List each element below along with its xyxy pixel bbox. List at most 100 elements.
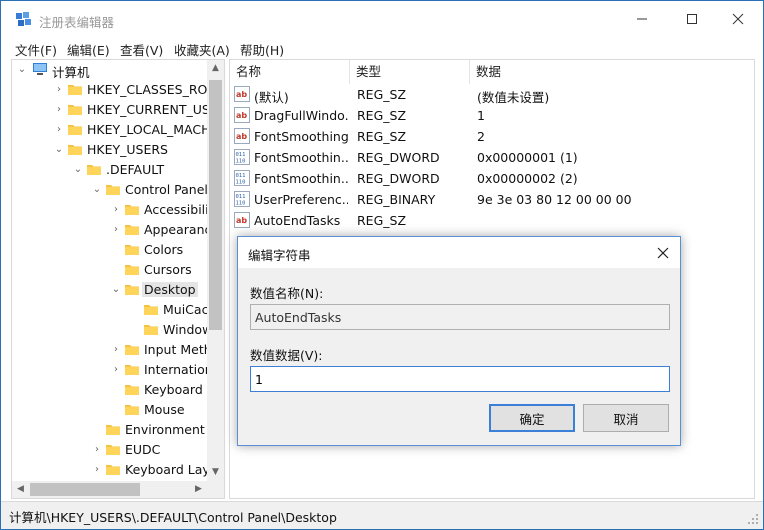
folder-icon xyxy=(125,245,139,255)
tree-node-label: EUDC xyxy=(125,442,161,457)
value-name-cell: AutoEndTasks xyxy=(254,213,341,228)
table-row[interactable]: 011 110 UserPreferenc... REG_BINARY 9e 3e 03… xyxy=(230,189,754,210)
chevron-down-icon[interactable]: ⌄ xyxy=(91,184,103,196)
svg-text:110: 110 xyxy=(236,180,246,186)
menu-bar: 文件(F) 编辑(E) 查看(V) 收藏夹(A) 帮助(H) xyxy=(1,37,763,59)
svg-text:ab: ab xyxy=(236,216,247,225)
svg-text:110: 110 xyxy=(236,201,246,207)
value-name-label: 数值名称(N): xyxy=(250,286,324,301)
folder-icon xyxy=(144,305,158,315)
chevron-right-icon[interactable]: › xyxy=(91,464,103,476)
value-name-cell: FontSmoothin... xyxy=(254,150,348,165)
minimize-button[interactable] xyxy=(619,1,665,37)
chevron-right-icon[interactable]: › xyxy=(53,84,65,96)
tree-horizontal-scrollbar[interactable]: ◀ ▶ xyxy=(12,481,224,498)
folder-icon xyxy=(125,225,139,235)
chevron-right-icon[interactable]: › xyxy=(110,344,122,356)
menu-help[interactable]: 帮助(H) xyxy=(240,40,284,59)
value-data-cell: 0x00000002 (2) xyxy=(477,171,578,186)
value-name-field xyxy=(250,304,670,330)
chevron-down-icon[interactable]: ⌄ xyxy=(110,284,122,296)
svg-text:110: 110 xyxy=(236,159,246,165)
cancel-button[interactable]: 取消 xyxy=(583,404,669,432)
scroll-down-icon[interactable]: ▼ xyxy=(207,464,224,481)
value-name-cell: FontSmoothin... xyxy=(254,171,348,186)
table-row[interactable]: ab (默认) REG_SZ (数值未设置) xyxy=(230,84,754,105)
svg-text:011: 011 xyxy=(236,173,246,179)
chevron-down-icon[interactable]: ⌄ xyxy=(72,164,84,176)
column-data[interactable]: 数据 xyxy=(470,60,754,84)
folder-icon xyxy=(125,265,139,275)
resize-grip-icon[interactable] xyxy=(747,513,759,525)
folder-icon xyxy=(87,165,101,175)
table-row[interactable]: ab DragFullWindo... REG_SZ 1 xyxy=(230,105,754,126)
scroll-up-icon[interactable]: ▲ xyxy=(207,60,224,77)
menu-edit[interactable]: 编辑(E) xyxy=(67,40,110,59)
menu-favorites[interactable]: 收藏夹(A) xyxy=(174,40,230,59)
string-value-icon: ab xyxy=(234,107,250,123)
value-data-input[interactable] xyxy=(250,366,670,392)
table-row[interactable]: ab FontSmoothing REG_SZ 2 xyxy=(230,126,754,147)
regedit-window: 注册表编辑器 文件(F) 编辑(E) 查看(V) 收藏夹(A) 帮助(H) ⌄ 计… xyxy=(0,0,764,530)
close-button[interactable] xyxy=(715,1,761,37)
svg-text:ab: ab xyxy=(236,111,247,120)
tree-hscroll-thumb[interactable] xyxy=(30,483,140,496)
svg-text:ab: ab xyxy=(236,90,247,99)
folder-icon xyxy=(106,425,120,435)
menu-view[interactable]: 查看(V) xyxy=(120,40,163,59)
chevron-down-icon[interactable]: ⌄ xyxy=(16,64,28,76)
tree-node-label: HKEY_LOCAL_MACHINE xyxy=(87,122,225,137)
chevron-right-icon[interactable]: › xyxy=(110,224,122,236)
value-data-cell: (数值未设置) xyxy=(477,90,550,105)
value-data-cell: 1 xyxy=(477,108,485,123)
chevron-right-icon[interactable]: › xyxy=(110,204,122,216)
title-bar[interactable]: 注册表编辑器 xyxy=(1,1,763,37)
binary-value-icon: 011110 xyxy=(234,170,250,186)
edit-string-dialog: 编辑字符串 数值名称(N): 数值数据(V): 确定 取消 xyxy=(237,236,681,446)
folder-icon xyxy=(125,345,139,355)
dialog-close-button[interactable] xyxy=(652,242,674,264)
value-data-cell: 9e 3e 03 80 12 00 00 00 xyxy=(477,192,632,207)
chevron-right-icon[interactable]: › xyxy=(91,444,103,456)
tree-node-label: Mouse xyxy=(144,402,185,417)
status-path: 计算机\HKEY_USERS\.DEFAULT\Control Panel\De… xyxy=(9,510,337,525)
table-row[interactable]: 011 110 FontSmoothin... REG_DWORD 0x00000002… xyxy=(230,168,754,189)
value-type-cell: REG_SZ xyxy=(357,213,407,228)
tree-vertical-scrollbar[interactable]: ▲ ▼ xyxy=(207,60,224,481)
svg-text:ab: ab xyxy=(236,132,247,141)
value-type-cell: REG_DWORD xyxy=(357,150,440,165)
minimize-icon xyxy=(637,18,647,20)
value-name-cell: UserPreferenc... xyxy=(254,192,348,207)
ok-button[interactable]: 确定 xyxy=(489,404,575,432)
dialog-title-bar[interactable]: 编辑字符串 xyxy=(238,237,680,268)
tree-node-label: HKEY_USERS xyxy=(87,142,168,157)
chevron-right-icon[interactable]: › xyxy=(53,104,65,116)
folder-icon xyxy=(68,145,82,155)
tree-node-label: Cursors xyxy=(144,262,192,277)
chevron-down-icon[interactable]: ⌄ xyxy=(53,144,65,156)
tree-node-label: .DEFAULT xyxy=(106,162,165,177)
maximize-button[interactable] xyxy=(669,1,715,37)
scroll-left-icon[interactable]: ◀ xyxy=(12,481,29,498)
table-row[interactable]: ab AutoEndTasks REG_SZ xyxy=(230,210,754,231)
chevron-right-icon[interactable]: › xyxy=(110,364,122,376)
registry-tree[interactable]: ⌄ 计算机 › HKEY_CLASSES_ROOT › HKEY_CURRENT_USER… xyxy=(11,59,225,499)
folder-icon xyxy=(125,405,139,415)
tree-node-label: Keyboard xyxy=(144,382,203,397)
tree-node-label: HKEY_CURRENT_USER xyxy=(87,102,225,117)
column-type[interactable]: 类型 xyxy=(350,60,470,84)
menu-file[interactable]: 文件(F) xyxy=(15,40,57,59)
tree-vscroll-thumb[interactable] xyxy=(209,80,222,330)
close-icon xyxy=(657,247,669,259)
tree-node-label: 计算机 xyxy=(52,65,90,80)
value-data-cell: 0x00000001 (1) xyxy=(477,150,578,165)
column-name[interactable]: 名称 xyxy=(230,60,350,84)
folder-icon xyxy=(125,205,139,215)
scroll-right-icon[interactable]: ▶ xyxy=(190,481,207,498)
string-value-icon: ab xyxy=(234,86,250,102)
table-row[interactable]: 011 110 FontSmoothin... REG_DWORD 0x00000001… xyxy=(230,147,754,168)
chevron-right-icon[interactable]: › xyxy=(53,124,65,136)
value-data-cell: 2 xyxy=(477,129,485,144)
